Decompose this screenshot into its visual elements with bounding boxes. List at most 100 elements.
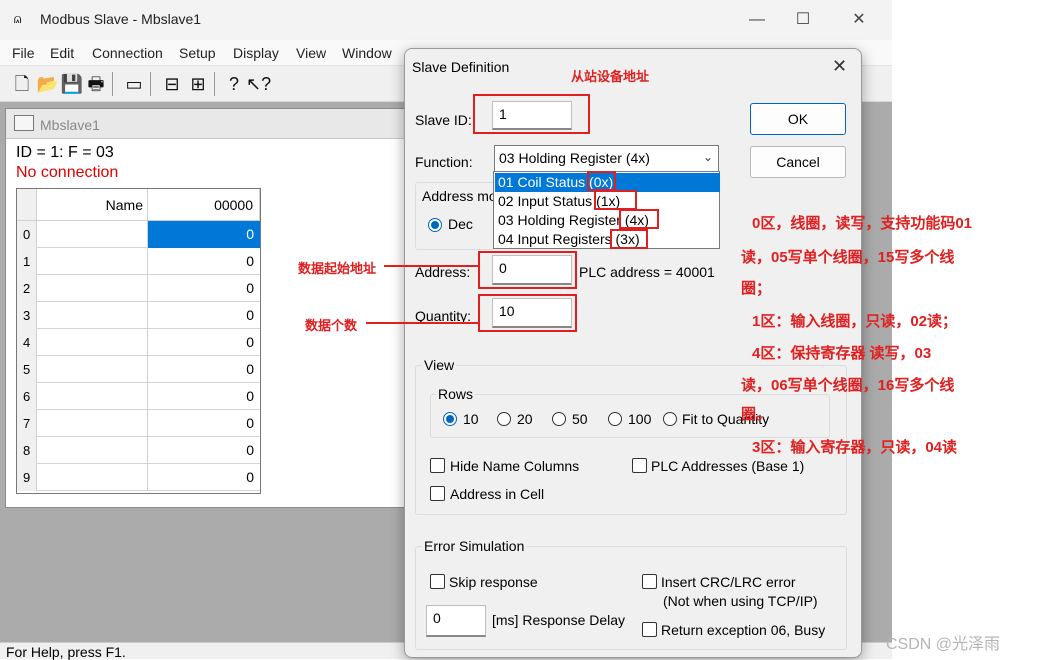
context-help-icon[interactable]: ↖? [246, 72, 271, 96]
address-in-cell-label: Address in Cell [450, 486, 545, 502]
dialog-title: Slave Definition [412, 59, 510, 75]
name-cell[interactable] [37, 383, 148, 410]
rows-20-radio[interactable] [497, 412, 511, 426]
value-cell[interactable]: 0 [148, 464, 260, 491]
minimize-button[interactable]: — [734, 6, 780, 34]
annotation-zone-3x: 3区：输入寄存器，只读，04读 [752, 439, 958, 456]
name-cell[interactable] [37, 410, 148, 437]
slave-info-line: ID = 1: F = 03 [16, 144, 114, 161]
menu-connection[interactable]: Connection [92, 45, 163, 61]
annotation-zone-4x-line3: 圈。 [741, 406, 772, 423]
grid-corner [17, 189, 37, 221]
rows-100-radio[interactable] [608, 412, 622, 426]
menu-setup[interactable]: Setup [179, 45, 216, 61]
slave-id-label: Slave ID: [415, 112, 472, 128]
address-in-cell-checkbox[interactable] [430, 486, 445, 501]
connect-icon[interactable]: ⊟ [160, 72, 184, 96]
not-tcp-note: (Not when using TCP/IP) [663, 593, 818, 609]
row-number: 2 [17, 275, 37, 302]
name-cell[interactable] [37, 275, 148, 302]
new-file-icon[interactable]: 🗋 [10, 72, 34, 96]
value-cell[interactable]: 0 [148, 302, 260, 329]
value-cell[interactable]: 0 [148, 275, 260, 302]
value-cell[interactable]: 0 [148, 410, 260, 437]
row-number: 6 [17, 383, 37, 410]
dialog-close-icon[interactable]: ✕ [832, 56, 847, 77]
column-header-name[interactable]: Name [37, 189, 148, 221]
close-button[interactable]: ✕ [836, 6, 882, 34]
rows-50-label: 50 [572, 411, 588, 427]
dec-radio[interactable] [428, 218, 442, 232]
quantity-highlight [478, 294, 577, 332]
menu-view[interactable]: View [296, 45, 326, 61]
name-cell[interactable] [37, 248, 148, 275]
value-cell[interactable]: 0 [148, 248, 260, 275]
hide-name-columns-checkbox[interactable] [430, 458, 445, 473]
view-label: View [422, 357, 457, 373]
plc-addresses-label: PLC Addresses (Base 1) [651, 458, 805, 474]
menu-window[interactable]: Window [342, 45, 392, 61]
annotation-zone-4x-line2: 读，06写单个线圈，16写多个线 [741, 377, 955, 394]
menu-file[interactable]: File [12, 45, 35, 61]
annotation-zone-0x-line1: 0区，线圈，读写，支持功能码01 [752, 215, 973, 232]
rows-10-label: 10 [463, 411, 479, 427]
function-select[interactable]: 03 Holding Register (4x) [494, 145, 719, 172]
toolbar-separator [150, 72, 151, 96]
value-cell[interactable]: 0 [148, 221, 260, 248]
table-row: 10 [17, 248, 260, 275]
row-number: 9 [17, 464, 37, 491]
value-cell[interactable]: 0 [148, 437, 260, 464]
rows-10-radio[interactable] [443, 412, 457, 426]
name-cell[interactable] [37, 329, 148, 356]
option-holding-register[interactable]: 03 Holding Register (4x) [495, 211, 720, 230]
child-window-title: Mbslave1 [40, 117, 100, 133]
return-exception-label: Return exception 06, Busy [661, 622, 826, 638]
disconnect-icon[interactable]: ⊞ [186, 72, 210, 96]
name-cell[interactable] [37, 437, 148, 464]
insert-crc-checkbox[interactable] [642, 574, 657, 589]
annotation-zone-0x-line3: 圈； [741, 280, 772, 297]
name-cell[interactable] [37, 221, 148, 248]
row-number: 1 [17, 248, 37, 275]
name-cell[interactable] [37, 464, 148, 491]
open-folder-icon[interactable]: 📂 [36, 72, 60, 96]
value-cell[interactable]: 0 [148, 383, 260, 410]
error-simulation-label: Error Simulation [422, 538, 527, 554]
plc-addresses-checkbox[interactable] [632, 458, 647, 473]
name-cell[interactable] [37, 302, 148, 329]
skip-response-label: Skip response [449, 574, 538, 590]
menu-edit[interactable]: Edit [50, 45, 74, 61]
window-icon[interactable]: ▭ [122, 72, 146, 96]
annotation-start-address: 数据起始地址 [298, 261, 377, 276]
input-3x-highlight [610, 229, 648, 249]
row-number: 7 [17, 410, 37, 437]
help-icon[interactable]: ? [222, 72, 246, 96]
print-icon[interactable]: 🖶 [84, 72, 108, 96]
name-cell[interactable] [37, 356, 148, 383]
value-cell[interactable]: 0 [148, 356, 260, 383]
table-row: 90 [17, 464, 260, 491]
table-row: 60 [17, 383, 260, 410]
value-cell[interactable]: 0 [148, 329, 260, 356]
rows-fit-radio[interactable] [663, 412, 677, 426]
ok-button[interactable]: OK [750, 103, 846, 135]
row-number: 3 [17, 302, 37, 329]
toolbar-separator [112, 72, 113, 96]
menu-display[interactable]: Display [233, 45, 279, 61]
maximize-button[interactable]: ☐ [780, 6, 826, 34]
column-header-address[interactable]: 00000 [148, 189, 260, 221]
save-icon[interactable]: 💾 [60, 72, 84, 96]
rows-50-radio[interactable] [552, 412, 566, 426]
skip-response-checkbox[interactable] [430, 574, 445, 589]
chevron-down-icon[interactable]: ⌄ [703, 150, 713, 164]
table-row: 30 [17, 302, 260, 329]
option-input-registers[interactable]: 04 Input Registers (3x) [495, 230, 720, 249]
toolbar-separator [214, 72, 215, 96]
cancel-button[interactable]: Cancel [750, 146, 846, 178]
table-row: 40 [17, 329, 260, 356]
return-exception-checkbox[interactable] [642, 622, 657, 637]
table-row: 50 [17, 356, 260, 383]
annotation-zone-1x: 1区：输入线圈，只读，02读； [752, 313, 958, 330]
response-delay-input[interactable]: 0 [426, 605, 486, 637]
table-row: 70 [17, 410, 260, 437]
